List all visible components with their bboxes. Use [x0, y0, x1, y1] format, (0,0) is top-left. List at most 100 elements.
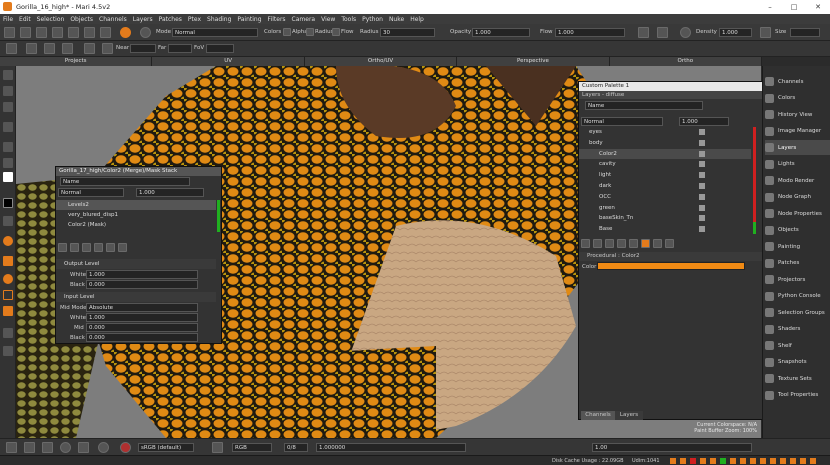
menu-channels[interactable]: Channels [96, 16, 130, 23]
zoom-slider[interactable]: 1.00 [592, 443, 752, 452]
layers-blend-dropdown[interactable]: Normal [581, 117, 663, 126]
value-slider[interactable]: 1.000000 [316, 443, 466, 452]
snapshot-tool-icon[interactable] [3, 346, 13, 356]
clone-tool-icon[interactable] [3, 306, 13, 316]
pick-tool-icon[interactable] [3, 142, 13, 152]
add-adjust-icon[interactable] [70, 243, 79, 252]
brush-shape-icon[interactable] [78, 442, 89, 453]
fill-icon[interactable] [84, 27, 95, 38]
frame-field[interactable]: 0/8 [284, 443, 308, 452]
grid-settings-icon[interactable] [638, 27, 649, 38]
input-black-slider[interactable]: 0.000 [86, 333, 198, 342]
tab-ortho[interactable]: Ortho [610, 57, 763, 66]
nav-item-painting[interactable]: Painting [765, 239, 830, 254]
fg-color-swatch[interactable] [3, 172, 13, 182]
add-mask-icon[interactable] [94, 243, 103, 252]
new-layer-icon[interactable] [581, 239, 590, 248]
stencil-icon[interactable] [3, 290, 13, 300]
colorspace-dropdown[interactable]: sRGB (default) [138, 443, 194, 452]
color-wheel-icon[interactable] [120, 442, 131, 453]
move-icon[interactable] [24, 442, 35, 453]
mask-layer-row[interactable]: very_blured_disp1 [56, 210, 216, 220]
nav-item-objects[interactable]: Objects [765, 223, 830, 238]
nav-item-patches[interactable]: Patches [765, 256, 830, 271]
down-arrow-icon[interactable] [42, 442, 53, 453]
output-black-slider[interactable]: 0.000 [86, 280, 198, 289]
delete-palette-layer-icon[interactable] [665, 239, 674, 248]
nav-item-selection-groups[interactable]: Selection Groups [765, 305, 830, 320]
menu-ptex[interactable]: Ptex [185, 16, 204, 23]
adjustment-layer-icon[interactable] [593, 239, 602, 248]
globe-icon[interactable] [680, 27, 691, 38]
add-layer-icon[interactable] [58, 243, 67, 252]
layer-row[interactable]: green [579, 203, 751, 213]
nav-item-colors[interactable]: Colors [765, 91, 830, 106]
menu-patches[interactable]: Patches [156, 16, 185, 23]
output-white-slider[interactable]: 1.000 [86, 270, 198, 279]
paint-buffer-icon[interactable] [26, 43, 37, 54]
nav-item-lights[interactable]: Lights [765, 157, 830, 172]
far-field[interactable] [168, 44, 192, 53]
group-icon[interactable] [106, 243, 115, 252]
paint-through-icon[interactable] [120, 27, 131, 38]
maximize-icon[interactable]: □ [782, 0, 806, 14]
group-layer-icon[interactable] [629, 239, 638, 248]
close-icon[interactable]: ✕ [806, 0, 830, 14]
nav-item-image-manager[interactable]: Image Manager [765, 124, 830, 139]
paint-mode-icon[interactable] [3, 236, 13, 246]
channel-icon[interactable] [212, 442, 223, 453]
layer-add-icon[interactable] [44, 43, 55, 54]
nav-item-channels[interactable]: Channels [765, 74, 830, 89]
snap-icon[interactable] [657, 27, 668, 38]
menu-tools[interactable]: Tools [338, 16, 359, 23]
swap-colors-icon[interactable] [3, 216, 13, 226]
menu-shading[interactable]: Shading [204, 16, 234, 23]
radius-field[interactable]: 30 [380, 28, 435, 37]
nav-item-node-graph[interactable]: Node Graph [765, 190, 830, 205]
camera-icon[interactable] [102, 43, 113, 54]
tab-layers[interactable]: Layers [615, 411, 643, 420]
sphere-icon[interactable] [98, 442, 109, 453]
fov-field[interactable] [206, 44, 234, 53]
brush-preset-icon[interactable] [140, 27, 151, 38]
layers-opacity-field[interactable]: 1.000 [679, 117, 729, 126]
menu-help[interactable]: Help [407, 16, 427, 23]
tab-perspective[interactable]: Perspective [457, 57, 610, 66]
input-level-header[interactable]: Input Level [56, 292, 216, 302]
eraser-icon[interactable] [20, 27, 31, 38]
smudge-icon[interactable] [52, 27, 63, 38]
output-level-header[interactable]: Output Level [56, 259, 216, 269]
nav-item-tool-properties[interactable]: Tool Properties [765, 388, 830, 403]
colors-checkbox[interactable] [283, 28, 291, 36]
layer-row[interactable]: cavity [579, 159, 751, 169]
projection-icon[interactable] [6, 43, 17, 54]
nav-item-shelf[interactable]: Shelf [765, 338, 830, 353]
menu-painting[interactable]: Painting [234, 16, 264, 23]
paint-tool-icon[interactable] [3, 256, 13, 266]
layer-row[interactable]: Color2 [579, 148, 751, 159]
mask-layer-row[interactable]: Levels2 [56, 200, 216, 210]
nav-item-texture-sets[interactable]: Texture Sets [765, 371, 830, 386]
menu-view[interactable]: View [318, 16, 338, 23]
tab-uv[interactable]: UV [152, 57, 305, 66]
add-procedural-icon[interactable] [82, 243, 91, 252]
nav-item-projectors[interactable]: Projectors [765, 272, 830, 287]
menu-camera[interactable]: Camera [289, 16, 319, 23]
mask-layer-row[interactable]: Color2 (Mask) [56, 220, 216, 230]
mode-field[interactable]: RGB [232, 443, 272, 452]
layer-dup-icon[interactable] [62, 43, 73, 54]
radius-checkbox[interactable] [306, 28, 314, 36]
density-field[interactable]: 1.000 [719, 28, 752, 37]
size-icon[interactable] [760, 27, 771, 38]
nav-item-layers[interactable]: Layers [765, 140, 830, 155]
mask-blend-dropdown[interactable]: Normal [58, 188, 124, 197]
menu-file[interactable]: File [0, 16, 16, 23]
delete-layer-icon[interactable] [118, 243, 127, 252]
clone-icon[interactable] [36, 27, 47, 38]
menu-nuke[interactable]: Nuke [386, 16, 407, 23]
transform-tool-icon[interactable] [3, 102, 13, 112]
mid-mode-dropdown[interactable]: Absolute [86, 303, 198, 312]
flow-checkbox[interactable] [332, 28, 340, 36]
layer-tool-icon[interactable] [3, 328, 13, 338]
paintable-layer-icon[interactable] [641, 239, 650, 248]
